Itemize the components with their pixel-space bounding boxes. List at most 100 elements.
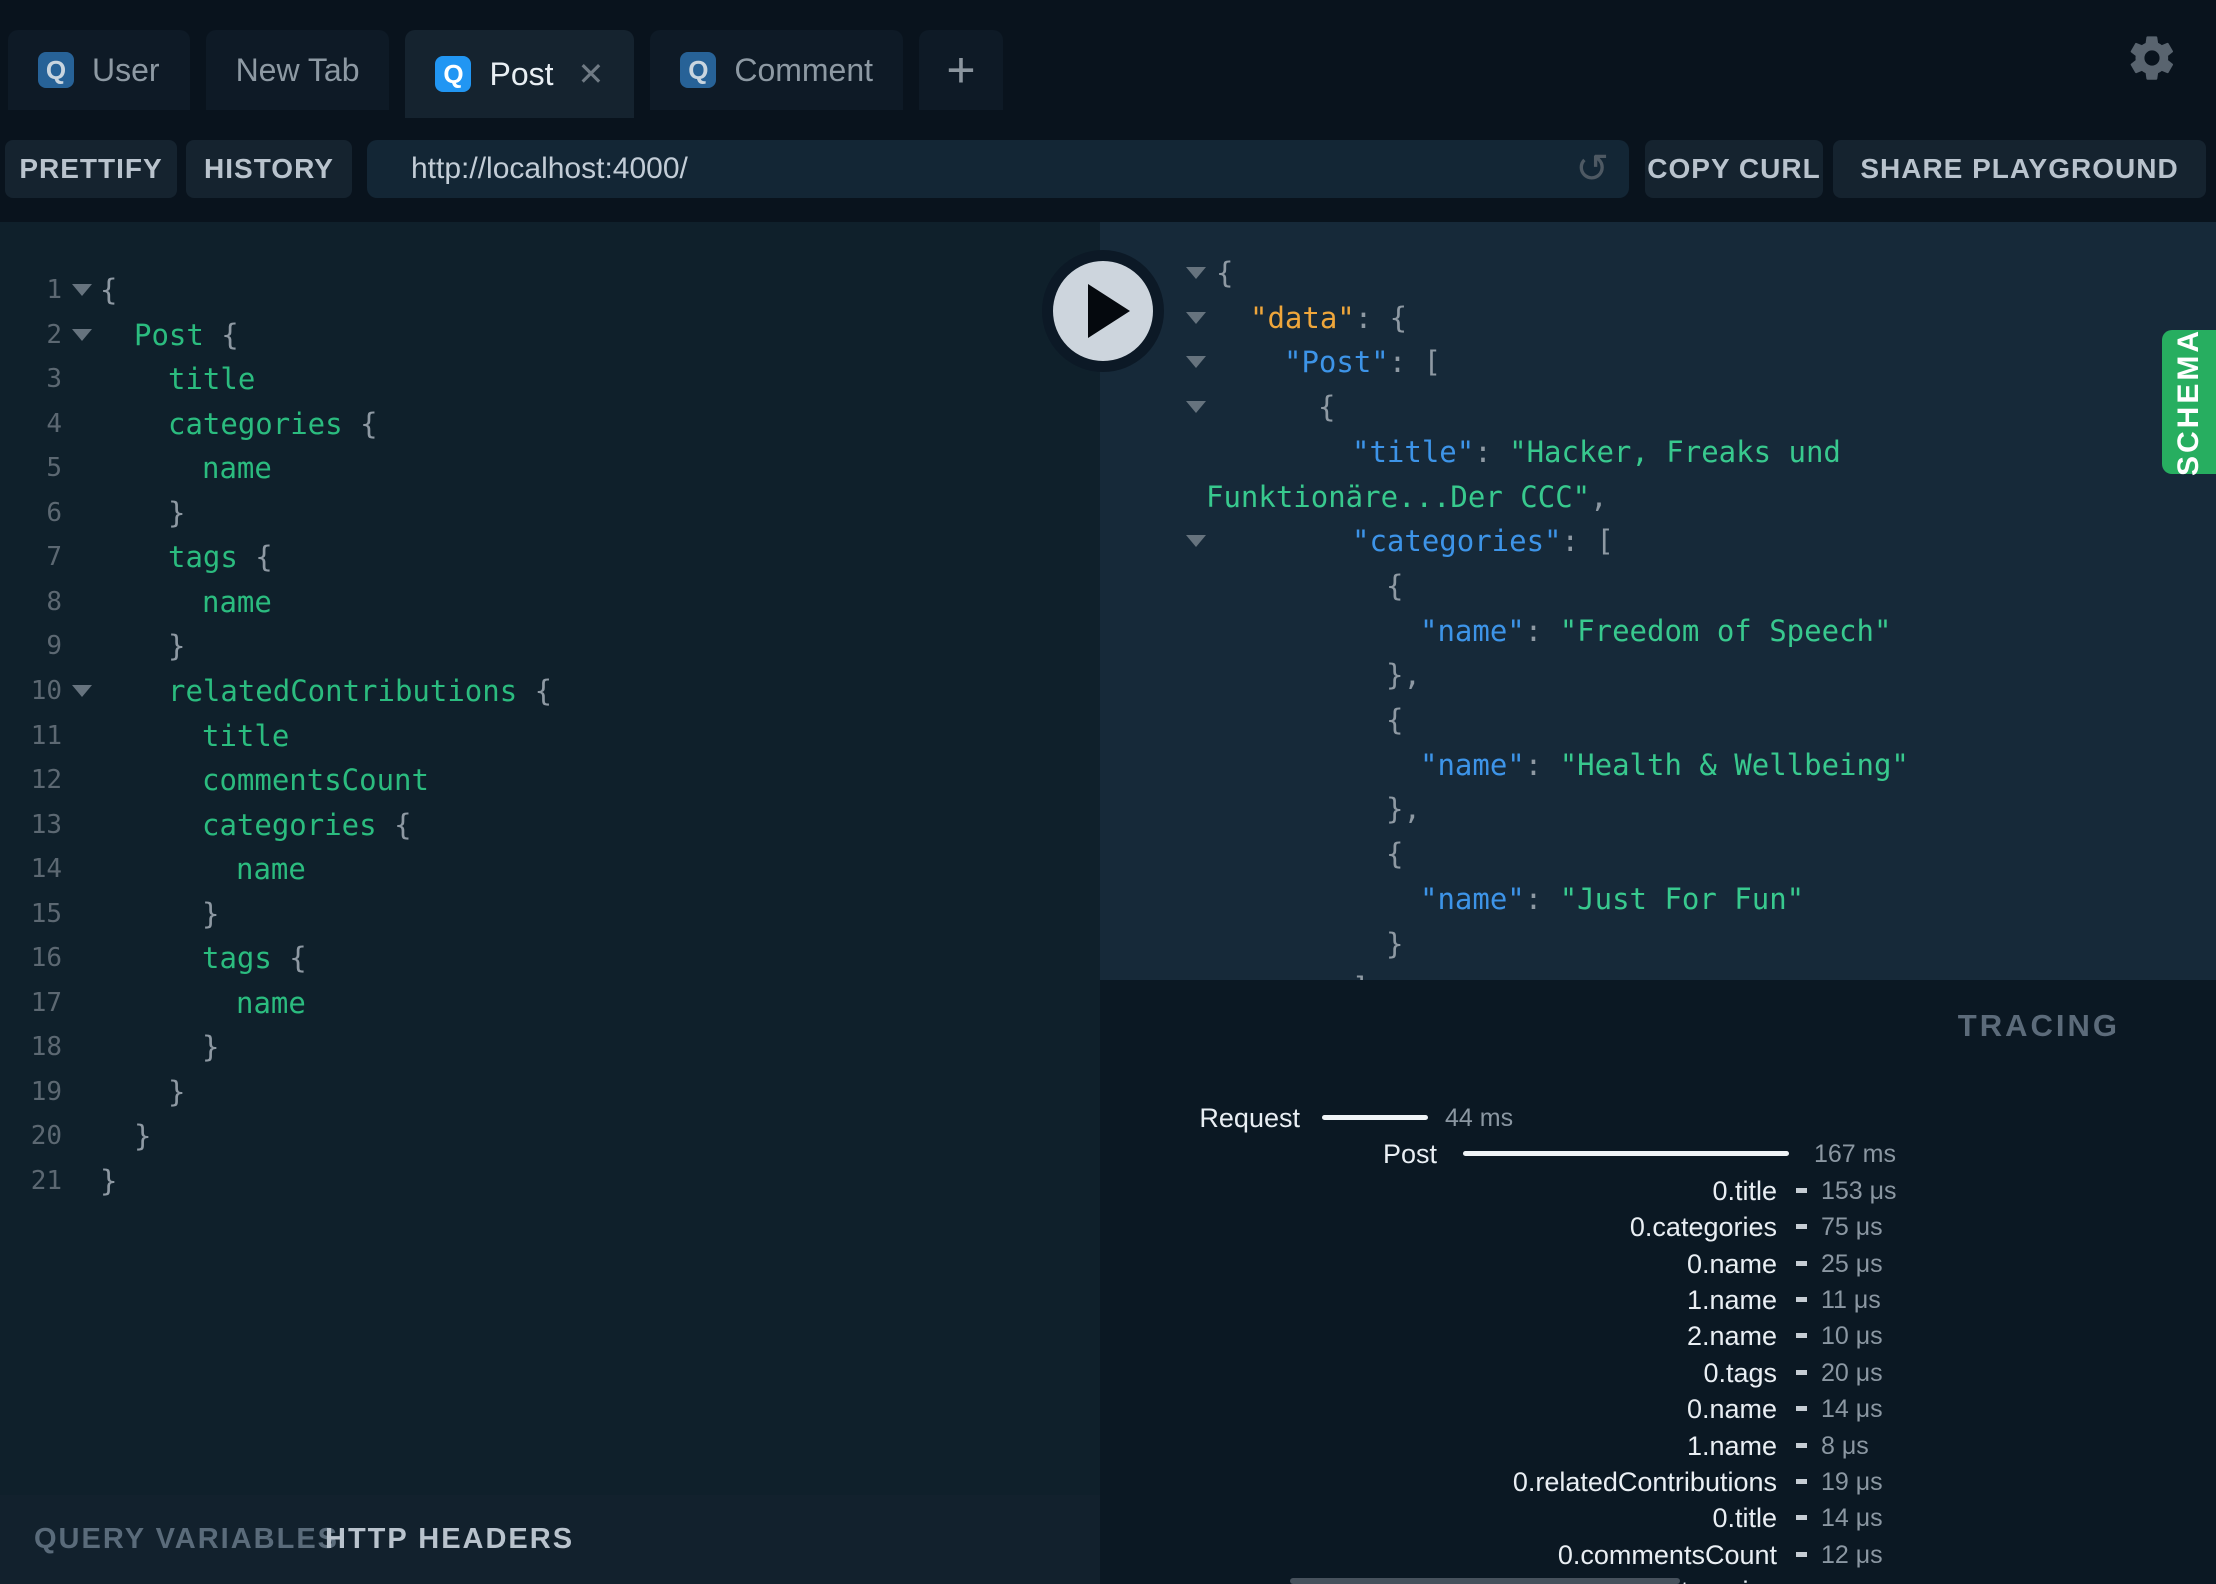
query-editor-line: 1{: [0, 268, 1100, 312]
query-variables-tab[interactable]: QUERY VARIABLES: [34, 1495, 339, 1584]
tracing-duration: 167 ms: [1814, 1140, 1896, 1168]
code-text: {: [1386, 569, 1404, 603]
code-text: }: [1386, 927, 1404, 961]
execute-query-button[interactable]: [1042, 250, 1164, 372]
code-text: "Post": [: [1284, 345, 1442, 379]
tracing-row: Post 167 ms: [1100, 1136, 2216, 1172]
fold-arrow-icon[interactable]: [1186, 401, 1206, 413]
query-editor-line: 2 Post {: [0, 313, 1100, 357]
prettify-button[interactable]: PRETTIFY: [5, 140, 177, 198]
tracing-row-label: 0.title: [1712, 1176, 1777, 1206]
tracing-duration: 19 μs: [1821, 1468, 1883, 1496]
tracing-duration: 11 μs: [1821, 1286, 1881, 1314]
code-text: {: [1318, 390, 1336, 424]
tracing-duration: 14 μs: [1821, 1504, 1883, 1532]
query-editor-line: 10 relatedContributions {: [0, 669, 1100, 713]
query-editor-line: 17 name: [0, 981, 1100, 1025]
code-text: Funktionäre...Der CCC",: [1206, 480, 1608, 514]
response-line: }: [1100, 922, 2216, 966]
fold-arrow-icon[interactable]: [72, 685, 92, 697]
schema-tab-button[interactable]: SCHEMA: [2162, 328, 2216, 476]
query-editor-line: 3 title: [0, 357, 1100, 401]
fold-arrow-icon[interactable]: [1186, 356, 1206, 368]
tracing-tick: [1796, 1443, 1807, 1448]
response-line: {: [1100, 564, 2216, 608]
gear-icon: [2130, 36, 2174, 80]
response-line: {: [1100, 698, 2216, 742]
response-line: "name": "Just For Fun": [1100, 877, 2216, 921]
horizontal-scrollbar[interactable]: [1290, 1578, 1680, 1584]
tab-new-tab[interactable]: New Tab: [205, 30, 390, 110]
query-editor-line: 7 tags {: [0, 535, 1100, 579]
code-text: name: [202, 585, 272, 619]
query-editor[interactable]: 1{2 Post {3 title 4 categories {5 name 6} 7 tags…: [0, 222, 1100, 1495]
code-text: }: [168, 1075, 186, 1109]
history-button[interactable]: HISTORY: [186, 140, 352, 198]
tab-comment[interactable]: Q Comment: [650, 30, 904, 110]
query-editor-line: 8 name: [0, 580, 1100, 624]
tracing-tick: [1796, 1297, 1807, 1302]
code-text: commentsCount: [202, 763, 429, 797]
fold-arrow-icon[interactable]: [72, 284, 92, 296]
line-number: 16: [30, 943, 62, 973]
line-number: 10: [30, 676, 62, 706]
fold-arrow-icon[interactable]: [1186, 267, 1206, 279]
line-number: 15: [30, 899, 62, 929]
query-editor-line: 4 categories {: [0, 402, 1100, 446]
query-editor-line: 18}: [0, 1025, 1100, 1069]
response-line: "data": {: [1100, 296, 2216, 340]
tracing-row-label: 0.title: [1712, 1503, 1777, 1533]
fold-arrow-icon[interactable]: [1186, 535, 1206, 547]
response-line: },: [1100, 653, 2216, 697]
line-number: 3: [46, 364, 62, 394]
response-line: {: [1100, 385, 2216, 429]
tab-label: Comment: [734, 51, 874, 88]
line-number: 17: [30, 988, 62, 1018]
line-number: 19: [30, 1077, 62, 1107]
reload-schema-icon[interactable]: ↺: [1575, 149, 1609, 189]
response-line: ]: [1100, 966, 2216, 980]
query-editor-line: 13 categories {: [0, 803, 1100, 847]
tracing-duration: 153 μs: [1821, 1177, 1897, 1205]
settings-gear-icon[interactable]: [2126, 32, 2178, 84]
tab-user[interactable]: Q User: [8, 30, 190, 110]
tracing-row-label: 0.relatedContributions: [1512, 1467, 1777, 1497]
tab-post[interactable]: Q Post ✕: [405, 30, 635, 118]
line-number: 13: [30, 810, 62, 840]
code-text: }: [202, 1030, 220, 1064]
response-line: {: [1100, 832, 2216, 876]
code-text: ]: [1352, 966, 1369, 980]
response-line: "name": "Freedom of Speech": [1100, 609, 2216, 653]
fold-arrow-icon[interactable]: [1186, 312, 1206, 324]
code-text: tags {: [202, 941, 307, 975]
endpoint-url-value: http://localhost:4000/: [411, 152, 688, 185]
line-number: 6: [46, 498, 62, 528]
query-editor-line: 14 name: [0, 847, 1100, 891]
close-tab-icon[interactable]: ✕: [578, 58, 605, 90]
fold-arrow-icon[interactable]: [72, 329, 92, 341]
tracing-tick: [1796, 1261, 1807, 1266]
code-text: name: [236, 852, 306, 886]
response-line: "Post": [: [1100, 340, 2216, 384]
tracing-row-label: 0.tags: [1703, 1358, 1777, 1388]
tracing-duration-bar: [1322, 1115, 1428, 1120]
endpoint-url-input[interactable]: http://localhost:4000/ ↺: [367, 140, 1629, 198]
tracing-tick: [1796, 1370, 1807, 1375]
share-playground-button[interactable]: SHARE PLAYGROUND: [1833, 140, 2206, 198]
http-headers-tab[interactable]: HTTP HEADERS: [325, 1495, 574, 1584]
query-editor-line: 6}: [0, 491, 1100, 535]
tracing-title: TRACING: [1957, 1008, 2120, 1043]
tracing-duration: 25 μs: [1821, 1250, 1883, 1278]
tracing-duration: 44 ms: [1445, 1104, 1514, 1132]
tracing-duration: 12 μs: [1821, 1541, 1883, 1569]
response-line: Funktionäre...Der CCC",: [1100, 475, 2216, 519]
tracing-row-label: 1.name: [1686, 1431, 1777, 1461]
tracing-row-label: 0.categories: [1629, 1212, 1777, 1242]
tracing-row: 2.name 10 μs: [1100, 1318, 2216, 1354]
copy-curl-button[interactable]: COPY CURL: [1645, 140, 1823, 198]
add-tab-button[interactable]: +: [919, 30, 1004, 110]
code-text: relatedContributions {: [168, 674, 553, 708]
tracing-row: 0.relatedContributions 19 μs: [1100, 1464, 2216, 1500]
line-number: 21: [30, 1166, 62, 1196]
code-text: }: [134, 1119, 152, 1153]
